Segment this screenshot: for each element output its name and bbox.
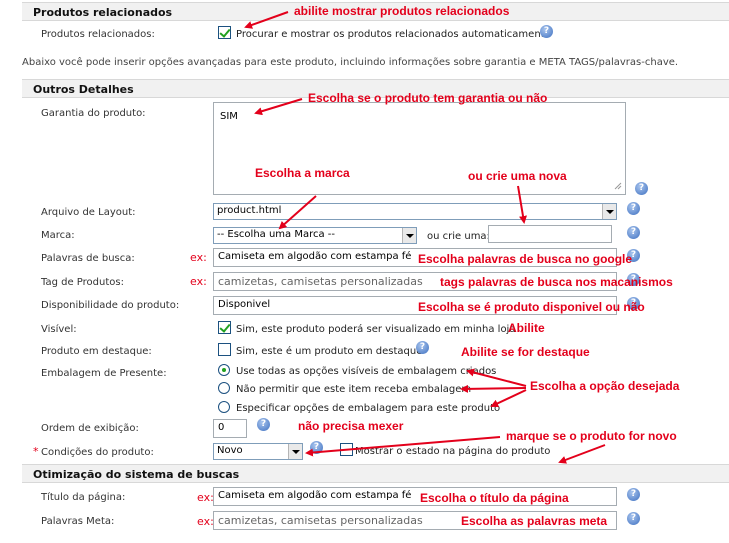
product-tags-label: Tag de Produtos: (41, 277, 124, 288)
gift-wrap-radio-custom[interactable] (218, 401, 230, 413)
annotation-title: Escolha o título da página (420, 491, 569, 505)
layout-file-value: product.html (217, 205, 282, 216)
annotation-related: abilite mostrar produtos relacionados (294, 4, 510, 18)
featured-label: Produto em destaque: (41, 346, 152, 357)
visible-checkbox[interactable] (218, 321, 231, 334)
help-icon[interactable]: ? (627, 488, 640, 501)
annotation-brand: Escolha a marca (255, 166, 350, 180)
chevron-down-icon (288, 444, 302, 459)
brand-select[interactable]: -- Escolha uma Marca -- (213, 227, 417, 244)
sort-order-input[interactable]: 0 (213, 419, 247, 438)
section-header-seo: Otimização do sistema de buscas (22, 464, 729, 483)
arrow-gift-2 (460, 384, 527, 393)
brand-label: Marca: (41, 230, 75, 241)
annotation-warranty: Escolha se o produto tem garantia ou não (308, 91, 548, 105)
textarea-resize-grip-icon[interactable] (614, 182, 622, 190)
meta-words-label: Palavras Meta: (41, 516, 115, 527)
brand-value: -- Escolha uma Marca -- (217, 229, 336, 240)
sort-order-label: Ordem de exibição: (41, 423, 139, 434)
required-marker: * (33, 445, 39, 458)
featured-checkbox[interactable] (218, 343, 231, 356)
help-icon[interactable]: ? (635, 182, 648, 195)
help-icon[interactable]: ? (627, 202, 640, 215)
help-icon[interactable]: ? (416, 341, 429, 354)
example-marker: ex: (190, 251, 207, 264)
help-icon[interactable]: ? (310, 441, 323, 454)
new-brand-input[interactable] (488, 225, 612, 243)
visible-label: Visível: (41, 324, 77, 335)
help-icon[interactable]: ? (627, 512, 640, 525)
show-condition-checkbox[interactable] (340, 443, 353, 456)
annotation-featured: Abilite se for destaque (461, 345, 590, 359)
visible-checkbox-text: Sim, este produto poderá ser visualizado… (236, 324, 516, 335)
gift-wrap-radio-none[interactable] (218, 382, 230, 394)
annotation-tags: tags palavras de busca nos macanismos (440, 275, 673, 289)
featured-checkbox-text: Sim, este é um produto em destaque (236, 346, 423, 357)
brand-or-create-label: ou crie uma: (427, 231, 490, 242)
example-marker: ex: (197, 515, 214, 528)
annotation-new-brand: ou crie uma nova (468, 169, 567, 183)
related-products-checkbox-text: Procurar e mostrar os produtos relaciona… (236, 29, 551, 40)
gift-wrap-option-none: Não permitir que este item receba embala… (236, 384, 472, 395)
chevron-down-icon (402, 228, 416, 243)
help-icon[interactable]: ? (627, 226, 640, 239)
show-condition-checkbox-text: Mostrar o estado na página do produto (355, 446, 551, 457)
annotation-meta: Escolha as palavras meta (461, 514, 608, 528)
example-marker: ex: (197, 491, 214, 504)
condition-value: Novo (217, 445, 243, 456)
warranty-label: Garantia do produto: (41, 108, 146, 119)
help-icon[interactable]: ? (257, 418, 270, 431)
availability-label: Disponibilidade do produto: (41, 300, 180, 311)
annotation-visible: Abilite (508, 321, 545, 335)
advanced-info-note: Abaixo você pode inserir opções avançada… (22, 57, 679, 68)
related-products-checkbox[interactable] (218, 26, 231, 39)
search-words-label: Palavras de busca: (41, 253, 135, 264)
annotation-availability: Escolha se é produto disponivel ou não (418, 300, 645, 314)
condition-label: Condições do produto: (41, 447, 154, 458)
annotation-gift: Escolha a opção desejada (530, 379, 680, 393)
page-title-label: Título da página: (41, 492, 126, 503)
condition-select[interactable]: Novo (213, 443, 303, 460)
chevron-down-icon (602, 204, 616, 219)
gift-wrap-radio-all[interactable] (218, 364, 230, 376)
layout-file-select[interactable]: product.html (213, 203, 617, 220)
annotation-search: Escolha palavras de busca no google (418, 252, 633, 266)
layout-file-label: Arquivo de Layout: (41, 207, 136, 218)
help-icon[interactable]: ? (540, 25, 553, 38)
gift-wrap-label: Embalagem de Presente: (41, 368, 167, 379)
example-marker: ex: (190, 275, 207, 288)
arrow-condition-2 (558, 444, 606, 464)
annotation-condition: marque se o produto for novo (506, 429, 677, 443)
annotation-sort: não precisa mexer (298, 419, 404, 433)
related-products-label: Produtos relacionados: (41, 29, 155, 40)
gift-wrap-option-all: Use todas as opções visíveis de embalage… (236, 366, 497, 377)
gift-wrap-option-custom: Especificar opções de embalagem para est… (236, 403, 501, 414)
